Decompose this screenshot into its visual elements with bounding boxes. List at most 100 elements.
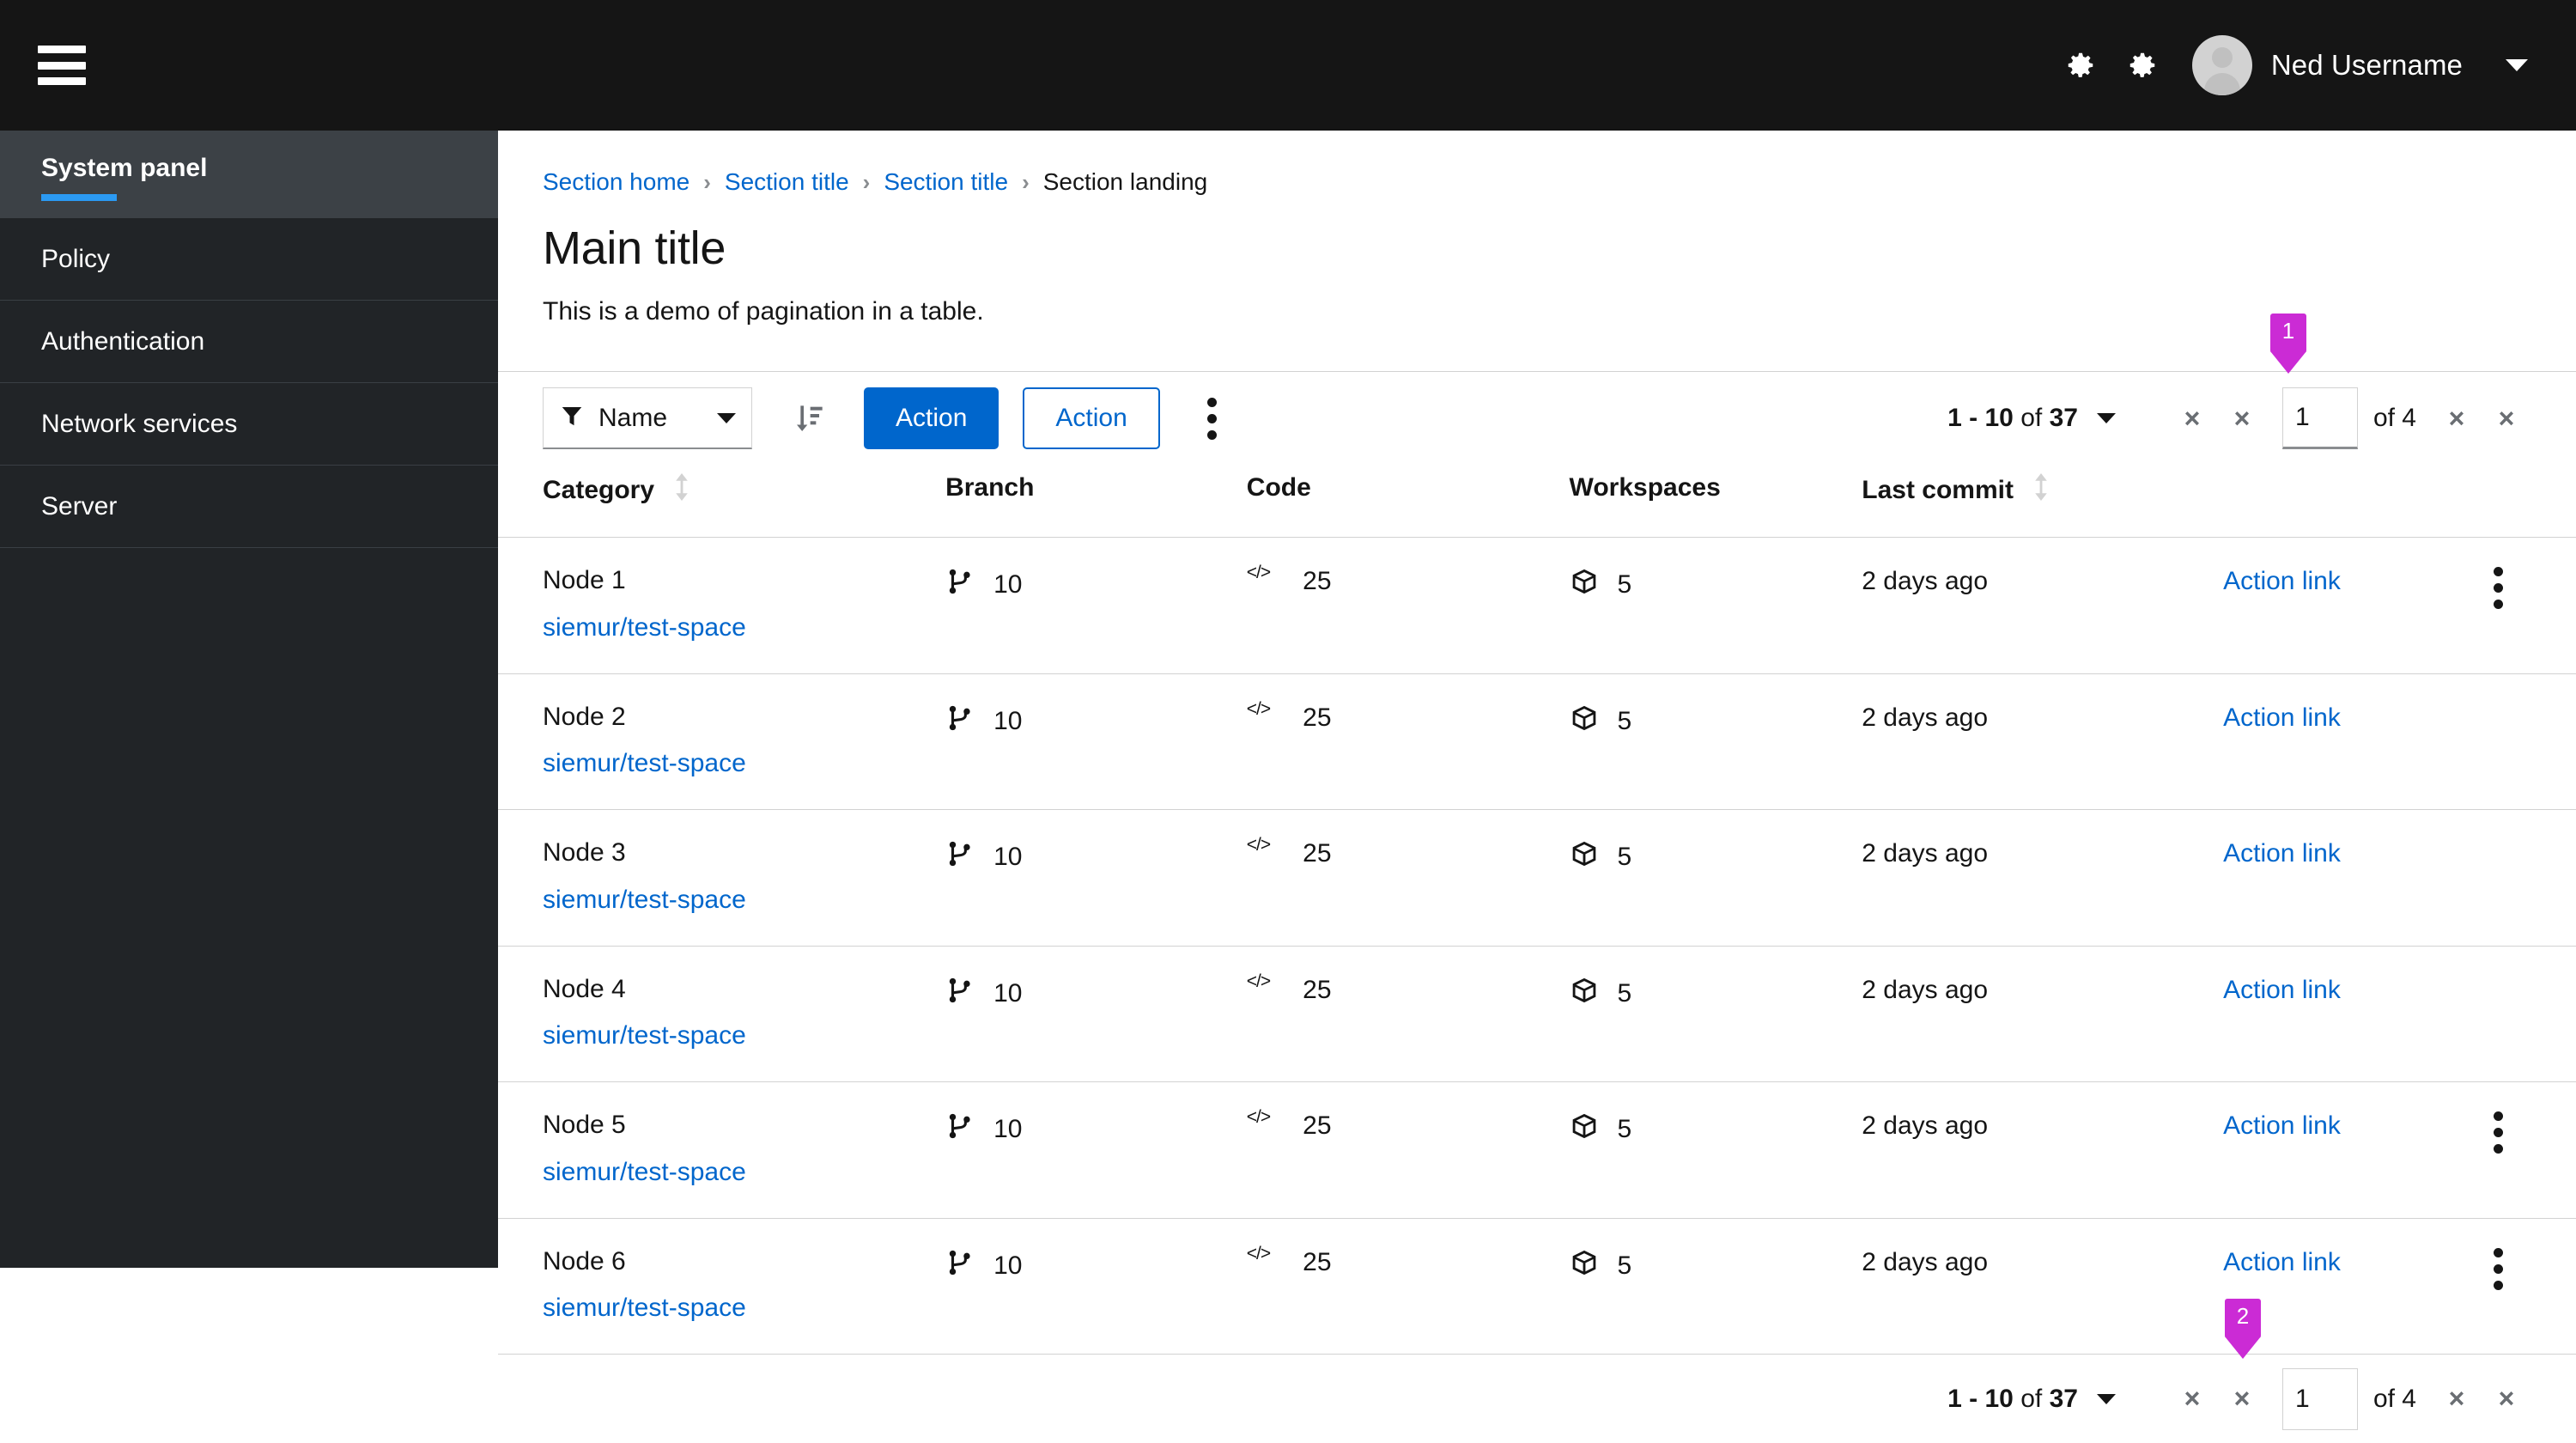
row-action-link[interactable]: Action link <box>2223 1111 2341 1140</box>
sidebar: System panel Policy Authentication Netwo… <box>0 131 498 1268</box>
table-row[interactable]: Node 2 siemur/test-space 10 </> 25 5 2 d… <box>498 673 2576 810</box>
gear-icon[interactable] <box>2111 34 2173 96</box>
row-action-link[interactable]: Action link <box>2223 703 2341 732</box>
row-code-count: 25 <box>1303 839 1332 868</box>
sidebar-item-network-services[interactable]: Network services <box>0 383 498 466</box>
bottom-next-page-button[interactable]: × <box>2432 1373 2482 1426</box>
bottom-pagination-bar: 1 - 10 of 37 × 2 × of 4 × × <box>498 1298 2576 1443</box>
cell-category: Node 4 siemur/test-space <box>498 945 946 1082</box>
row-repo-link[interactable]: siemur/test-space <box>543 613 746 642</box>
table-head: Category Branch Code Workspaces Last com… <box>498 465 2576 538</box>
row-repo-link[interactable]: siemur/test-space <box>543 1158 746 1187</box>
cell-category: Node 2 siemur/test-space <box>498 673 946 810</box>
breadcrumb-item-section-title-1[interactable]: Section title <box>725 168 849 196</box>
row-repo-link[interactable]: siemur/test-space <box>543 1021 746 1050</box>
gear-icon[interactable] <box>2050 34 2111 96</box>
toolbar-kebab-menu-icon[interactable] <box>1186 387 1239 449</box>
row-kebab-menu-icon[interactable] <box>2482 1111 2516 1154</box>
top-next-page-button[interactable]: × <box>2432 392 2482 445</box>
annotation-marker-1: 1 <box>2269 314 2306 353</box>
per-page-caret-down-icon[interactable] <box>2096 1393 2116 1404</box>
row-action-link[interactable]: Action link <box>2223 1248 2341 1276</box>
top-page-of-label: of 4 <box>2372 404 2416 432</box>
column-header-action <box>2223 465 2482 538</box>
kebab-dot <box>2494 567 2504 576</box>
caret-down-icon[interactable] <box>2506 59 2528 71</box>
sort-amount-down-icon[interactable] <box>778 387 840 449</box>
row-repo-link[interactable]: siemur/test-space <box>543 886 746 915</box>
sidebar-item-authentication[interactable]: Authentication <box>0 301 498 383</box>
row-category-label: Node 3 <box>543 838 626 867</box>
row-repo-link[interactable]: siemur/test-space <box>543 1294 746 1323</box>
filter-select[interactable]: Name <box>543 387 752 449</box>
table-row[interactable]: Node 6 siemur/test-space 10 </> 25 5 2 d… <box>498 1217 2576 1354</box>
filter-select-label: Name <box>598 403 668 432</box>
avatar[interactable] <box>2191 35 2252 95</box>
row-kebab-menu-icon[interactable] <box>2482 567 2516 609</box>
secondary-action-button[interactable]: Action <box>1023 387 1160 449</box>
sort-updown-icon[interactable] <box>2032 473 2050 508</box>
code-icon: </> <box>1246 835 1271 855</box>
top-first-page-button[interactable]: × <box>2167 392 2217 445</box>
row-workspaces-count: 5 <box>1617 706 1632 735</box>
row-workspaces-count: 5 <box>1617 570 1632 599</box>
primary-action-button[interactable]: Action <box>864 387 999 449</box>
column-header-last-commit[interactable]: Last commit <box>1862 465 2223 538</box>
column-header-branch: Branch <box>945 465 1247 538</box>
top-page-input[interactable] <box>2281 387 2358 449</box>
sidebar-item-policy[interactable]: Policy <box>0 218 498 301</box>
table-row[interactable]: Node 1 siemur/test-space 10 </> 25 5 2 d… <box>498 537 2576 673</box>
column-header-label: Workspaces <box>1569 473 1721 502</box>
column-header-workspaces: Workspaces <box>1570 465 1862 538</box>
cell-branch: 10 <box>945 1081 1247 1218</box>
row-action-link[interactable]: Action link <box>2223 567 2341 595</box>
table-toolbar: Name Action Action 1 - 10 of 37 × × 1 1 … <box>498 314 2576 465</box>
column-header-label: Code <box>1246 473 1311 502</box>
row-repo-link[interactable]: siemur/test-space <box>543 749 746 778</box>
per-page-caret-down-icon[interactable] <box>2096 413 2116 423</box>
kebab-dot <box>2494 1263 2504 1274</box>
row-category-label: Node 6 <box>543 1246 626 1276</box>
column-header-category[interactable]: Category <box>498 465 945 538</box>
cell-action: Action link <box>2223 1081 2482 1218</box>
breadcrumb-item-section-home[interactable]: Section home <box>543 168 690 196</box>
cell-branch: 10 <box>945 1217 1247 1354</box>
bottom-page-input[interactable] <box>2281 1367 2358 1430</box>
cell-branch: 10 <box>945 809 1247 946</box>
top-prev-page-button[interactable]: × <box>2217 392 2267 445</box>
bottom-last-page-button[interactable]: × <box>2482 1373 2531 1426</box>
row-category-label: Node 4 <box>543 974 626 1003</box>
pagination-range: 1 - 10 <box>1947 404 2014 432</box>
code-icon: </> <box>1246 563 1271 582</box>
hamburger-icon[interactable] <box>38 46 86 85</box>
breadcrumb-item-section-title-2[interactable]: Section title <box>884 168 1008 196</box>
cube-icon <box>1570 976 1599 1012</box>
cell-last-commit: 2 days ago <box>1862 1217 2224 1354</box>
table-body: Node 1 siemur/test-space 10 </> 25 5 2 d… <box>498 537 2576 1354</box>
row-kebab-menu-icon[interactable] <box>2482 1247 2516 1290</box>
bottom-first-page-button[interactable]: × <box>2167 1373 2217 1426</box>
table-row[interactable]: Node 4 siemur/test-space 10 </> 25 5 2 d… <box>498 945 2576 1082</box>
top-last-page-button[interactable]: × <box>2482 392 2531 445</box>
sort-updown-icon[interactable] <box>673 473 690 508</box>
row-action-link[interactable]: Action link <box>2223 976 2341 1004</box>
column-header-overflow <box>2482 465 2576 538</box>
cell-category: Node 5 siemur/test-space <box>498 1081 946 1218</box>
table-header-row: Category Branch Code Workspaces Last com… <box>498 465 2576 538</box>
cell-code: </> 25 <box>1246 537 1570 673</box>
bottom-prev-page-button[interactable]: × <box>2217 1373 2267 1426</box>
cell-last-commit: 2 days ago <box>1862 673 2224 810</box>
row-action-link[interactable]: Action link <box>2223 839 2341 868</box>
sidebar-item-label: Authentication <box>41 326 205 356</box>
sidebar-item-server[interactable]: Server <box>0 466 498 548</box>
sidebar-item-system-panel[interactable]: System panel <box>0 131 498 218</box>
cell-category: Node 6 siemur/test-space <box>498 1217 946 1354</box>
row-category-label: Node 5 <box>543 1111 626 1139</box>
cell-overflow <box>2481 673 2576 810</box>
table-row[interactable]: Node 5 siemur/test-space 10 </> 25 5 2 d… <box>498 1081 2576 1218</box>
table-row[interactable]: Node 3 siemur/test-space 10 </> 25 5 2 d… <box>498 809 2576 946</box>
row-workspaces-count: 5 <box>1617 843 1632 871</box>
row-code-count: 25 <box>1303 567 1332 595</box>
breadcrumb: Section home › Section title › Section t… <box>543 168 2576 196</box>
username-label: Ned Username <box>2270 49 2463 81</box>
